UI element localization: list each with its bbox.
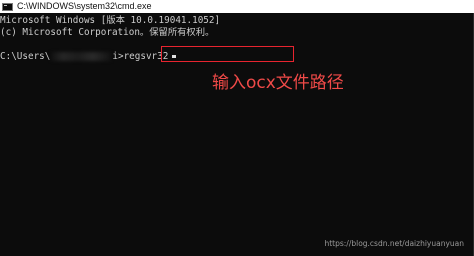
title-bar[interactable]: C:\WINDOWS\system32\cmd.exe	[0, 0, 474, 13]
prompt-prefix: C:\Users\	[0, 51, 51, 62]
cmd-icon	[2, 2, 13, 11]
console-line-copyright: (c) Microsoft Corporation。保留所有权利。	[0, 27, 215, 38]
prompt-command: i>regsvr32	[112, 51, 169, 62]
watermark: https://blog.csdn.net/daizhiyuanyuan	[324, 239, 464, 248]
command-prompt-line[interactable]: C:\Users\ i>regsvr32	[0, 50, 177, 63]
cmd-window: C:\WINDOWS\system32\cmd.exe Microsoft Wi…	[0, 0, 474, 256]
annotation-label: 输入ocx文件路径	[212, 73, 344, 93]
console-output[interactable]: Microsoft Windows [版本 10.0.19041.1052] (…	[0, 13, 474, 256]
window-title: C:\WINDOWS\system32\cmd.exe	[17, 1, 152, 11]
redacted-username	[51, 52, 112, 61]
path-input-highlight-box	[161, 46, 294, 62]
